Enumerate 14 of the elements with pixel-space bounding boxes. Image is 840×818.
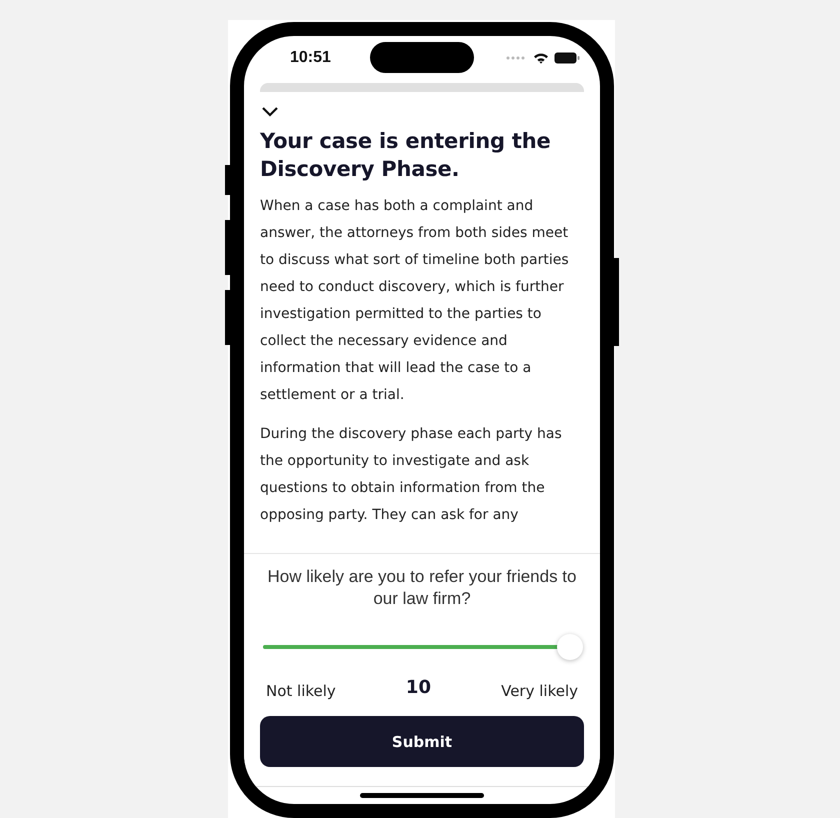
battery-icon [554,52,580,64]
chevron-down-icon[interactable] [261,106,279,118]
min-label: Not likely [266,682,336,700]
wifi-icon [533,52,549,64]
rating-value: 10 [406,677,431,698]
signal-dots-icon [506,56,526,60]
body-paragraph: When a case has both a complaint and answer, the attorneys from both sides meet to discuss what sort of timeline both parties need to conduct discovery, which is further investigation permitted to the parties to collect the necessary evidence and information that will lead the case to a settlement or a trial. [260,197,570,405]
status-time: 10:51 [290,49,331,67]
body-paragraph: During the discovery phase each party has the opportunity to investigate and ask questions to obtain information from the opposing party. They can ask for any [260,425,563,525]
max-label: Very likely [501,682,578,700]
submit-button[interactable]: Submit [260,716,584,767]
article-title: Your case is entering the Discovery Phase. [260,128,552,183]
survey-question: How likely are you to refer your friends to our law firm? [266,566,578,610]
slider-thumb[interactable] [557,634,583,660]
